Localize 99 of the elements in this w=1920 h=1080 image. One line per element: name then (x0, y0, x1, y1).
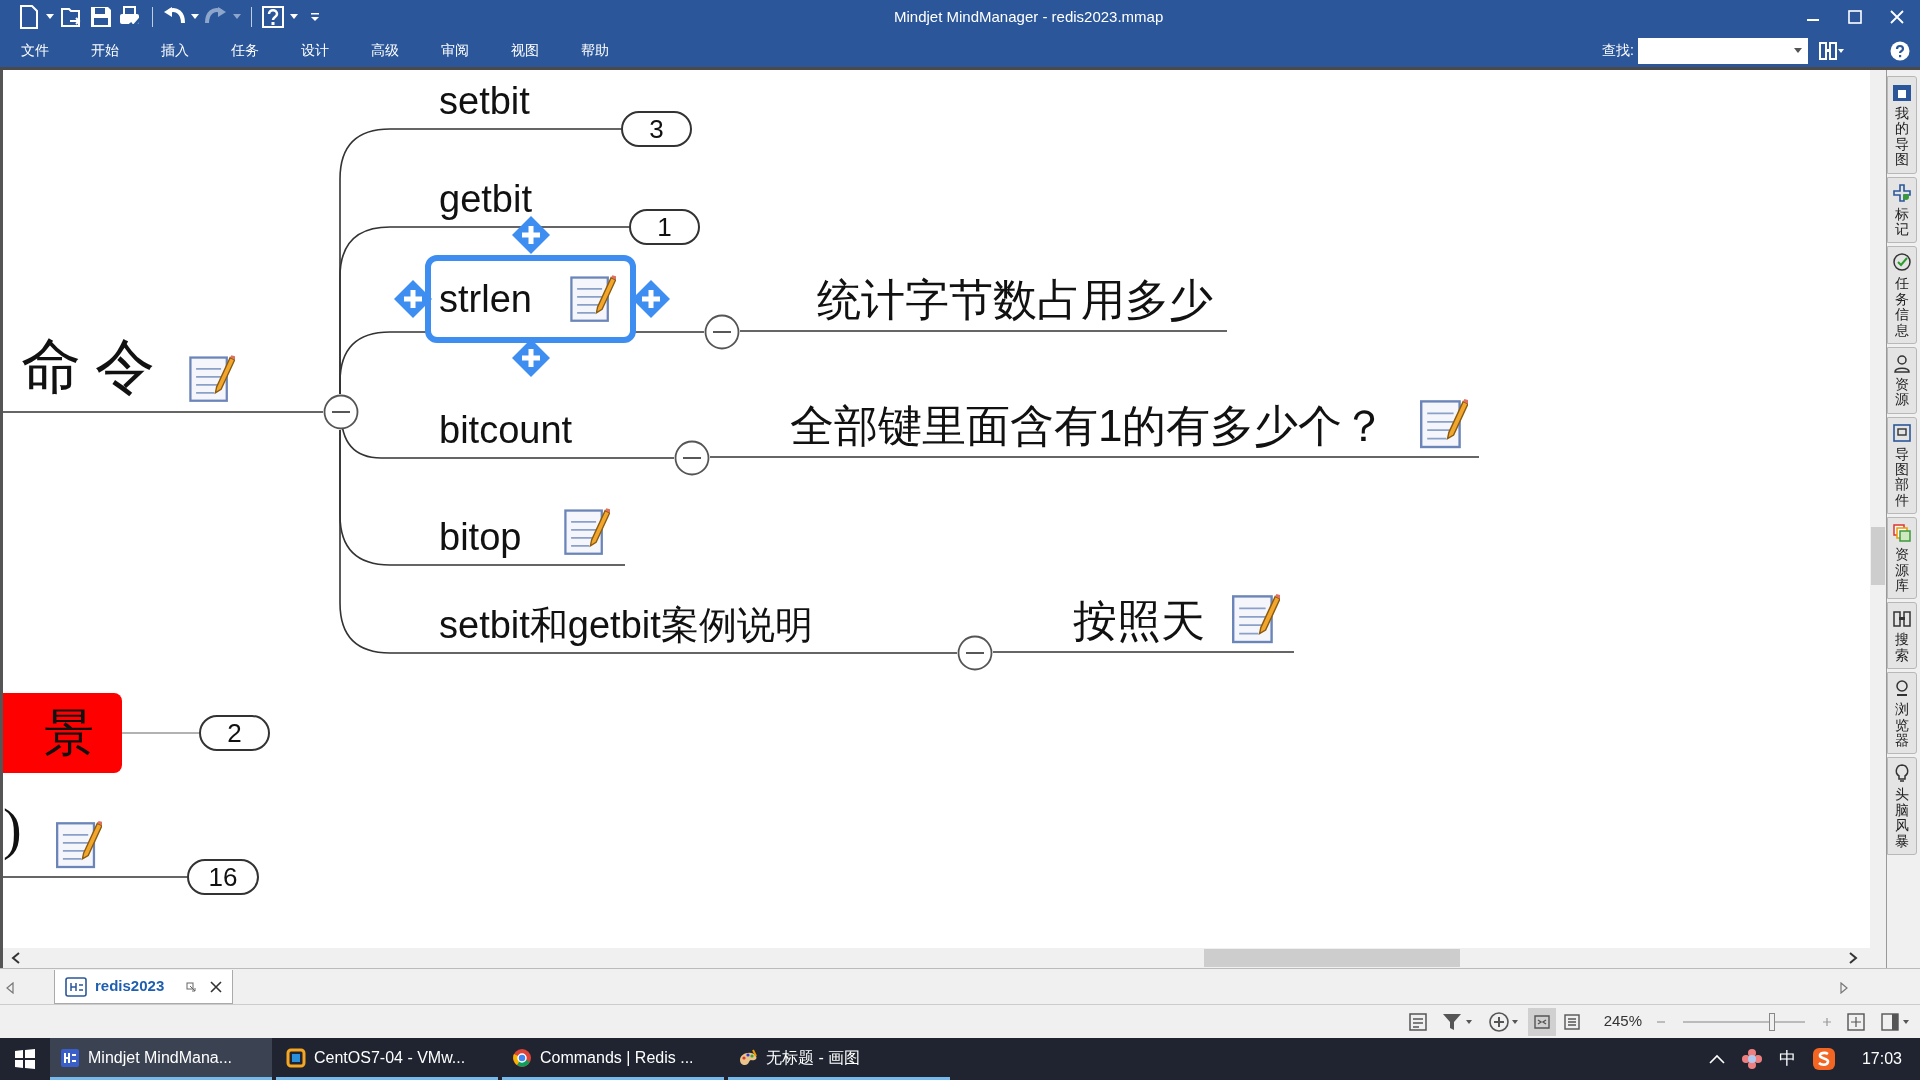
topic-label[interactable]: setbit和getbit案例说明 (439, 601, 813, 649)
note-icon[interactable] (564, 506, 610, 556)
side-panel-tab[interactable]: 我的导图 (1887, 76, 1917, 174)
search-label: 查找: (1602, 41, 1634, 60)
menu-item[interactable]: 任务 (218, 40, 288, 61)
collapse-icon[interactable] (704, 314, 740, 350)
side-panel-tab[interactable]: 资源库 (1887, 517, 1917, 600)
menu-item[interactable]: 插入 (148, 40, 218, 61)
app-icon (286, 1047, 306, 1068)
menu-item[interactable]: 开始 (78, 40, 148, 61)
topic-label[interactable]: 按照天 (1073, 595, 1205, 647)
side-panel-tab[interactable]: 标记 (1887, 176, 1917, 244)
caret-icon[interactable] (191, 14, 199, 20)
save-icon[interactable] (90, 6, 112, 28)
side-panel-tab[interactable]: 导图部件 (1887, 416, 1917, 515)
side-panel-tab[interactable]: 任务信息 (1887, 246, 1917, 344)
menu-item[interactable]: 设计 (288, 40, 358, 61)
browser-icon (512, 1047, 532, 1068)
start-icon[interactable] (14, 1048, 36, 1070)
filter-icon[interactable] (1441, 1011, 1474, 1032)
zoom-slider[interactable] (1680, 1011, 1808, 1032)
taskbar-button[interactable]: Commands | Redis ... (502, 1038, 724, 1080)
help-icon[interactable] (1890, 40, 1910, 61)
menu-item[interactable]: 视图 (498, 40, 568, 61)
panel-layout-icon[interactable] (1880, 1011, 1910, 1032)
taskbar-button[interactable]: 无标题 - 画图 (728, 1038, 950, 1080)
float-icon[interactable] (186, 981, 197, 992)
collapsed-count[interactable]: 3 (621, 111, 692, 147)
caret-icon[interactable] (290, 14, 298, 20)
frame-icon (1892, 422, 1912, 443)
side-panel-tab[interactable]: 头脑风暴 (1887, 757, 1917, 855)
note-icon[interactable] (1232, 591, 1280, 645)
taskbar-button[interactable]: CentOS7-04 - VMw... (276, 1038, 498, 1080)
app-icon (60, 1047, 80, 1068)
menu-item[interactable]: 审阅 (428, 40, 498, 61)
clock-icon (1892, 252, 1912, 273)
topic-label[interactable]: 统计字节数占用多少 (817, 274, 1213, 326)
collapsed-count[interactable]: 2 (199, 715, 270, 751)
close-icon[interactable] (210, 980, 223, 993)
input-method-indicator[interactable]: 中 (1778, 1046, 1796, 1072)
scroll-right-icon[interactable] (1848, 952, 1858, 964)
show-hidden-icons-icon[interactable] (1708, 1054, 1725, 1064)
map-document-icon (65, 975, 87, 998)
palette-icon (738, 1047, 758, 1068)
customize-icon[interactable] (310, 12, 320, 22)
taskbar-button[interactable]: Mindjet MindMana... (50, 1038, 272, 1080)
map-icon (1892, 82, 1912, 102)
person-icon (1892, 352, 1912, 373)
caret-icon[interactable] (46, 14, 54, 20)
input-method-icon[interactable] (1811, 1047, 1836, 1071)
side-panel-tab[interactable]: 资源 (1887, 346, 1917, 414)
note-icon[interactable] (1420, 396, 1468, 450)
topic-label[interactable]: bitcount (439, 406, 573, 454)
collapse-icon[interactable] (323, 394, 359, 430)
topic-label[interactable]: strlen (439, 275, 532, 323)
clock-time[interactable]: 17:03 (1861, 1047, 1902, 1071)
stacked-pages-icon (1892, 523, 1912, 544)
collapse-icon[interactable] (674, 440, 710, 476)
note-icon[interactable] (570, 273, 616, 323)
scrollbar-thumb[interactable] (1204, 949, 1460, 967)
window-title: Mindjet MindManager - redis2023.mmap (894, 6, 1164, 27)
add-topic-handle[interactable] (393, 279, 433, 319)
view-mode-button[interactable] (1527, 1007, 1556, 1036)
topic-label[interactable]: bitop (439, 513, 522, 561)
menu-item[interactable]: 帮助 (568, 40, 638, 61)
note-icon[interactable] (189, 353, 235, 403)
search-options-icon[interactable] (1818, 39, 1844, 62)
binoculars-icon (1892, 608, 1912, 629)
menu-item[interactable]: 高级 (358, 40, 428, 61)
topic-label[interactable]: 景 (3, 693, 122, 773)
menu-item[interactable]: 文件 (8, 40, 78, 61)
topic-label[interactable]: 命令 (21, 332, 169, 402)
new-document-icon[interactable] (18, 5, 40, 29)
topic-label[interactable]: setbit (439, 77, 530, 125)
collapsed-count[interactable]: 16 (187, 859, 259, 895)
scrollbar-thumb[interactable] (1871, 527, 1885, 585)
slider-thumb[interactable] (1769, 1012, 1776, 1031)
maximize-icon[interactable] (1848, 10, 1862, 24)
collapse-icon[interactable] (957, 635, 993, 671)
topic-label[interactable]: ) (3, 797, 22, 861)
scroll-left-icon[interactable] (11, 952, 21, 964)
flower-icon[interactable] (1740, 1048, 1763, 1070)
document-tab[interactable]: redis2023 (54, 970, 234, 1004)
add-topic-icon[interactable] (1487, 1010, 1520, 1033)
collapsed-count[interactable]: 1 (629, 209, 700, 245)
side-panel-tab[interactable]: 搜索 (1887, 602, 1917, 670)
marker-icon (1892, 182, 1912, 203)
topic-label[interactable]: getbit (439, 175, 532, 223)
help-icon[interactable] (262, 6, 284, 28)
notes-panel-icon[interactable] (1407, 1011, 1428, 1032)
caret-icon[interactable] (1794, 47, 1802, 54)
outline-view-icon (1561, 1011, 1582, 1032)
zoom-percent: 245% (1603, 1011, 1642, 1032)
search-field[interactable] (1638, 37, 1808, 64)
note-icon[interactable] (56, 818, 102, 870)
fit-map-icon[interactable] (1846, 1011, 1866, 1032)
side-panel-tab[interactable]: 浏览器 (1887, 672, 1917, 755)
selected-topic-frame[interactable] (425, 255, 636, 343)
topic-label[interactable]: 全部键里面含有1的有多少个？ (790, 400, 1387, 452)
